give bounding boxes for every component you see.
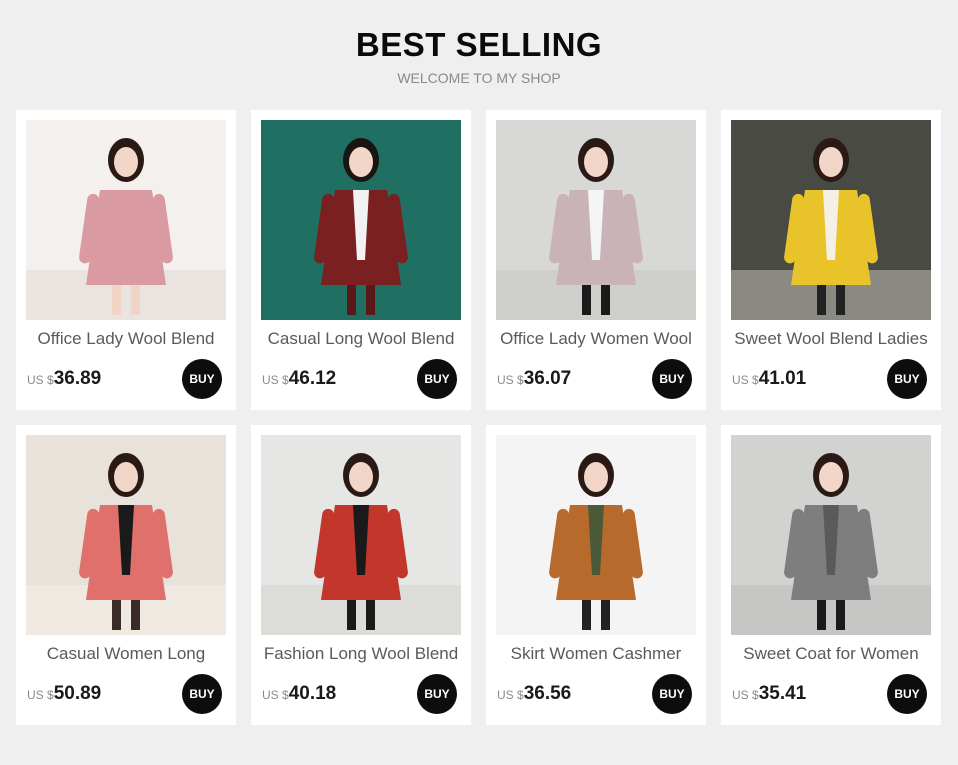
product-grid: Office Lady Wool Blend US $36.89 BUY Casual… [16,110,942,726]
product-price: US $36.56 [497,683,571,707]
product-image[interactable] [261,120,461,320]
buy-button[interactable]: BUY [887,674,927,714]
currency-label: US $ [732,373,759,387]
currency-label: US $ [262,688,289,702]
buy-button[interactable]: BUY [417,674,457,714]
product-image[interactable] [26,120,226,320]
product-price: US $36.89 [27,368,101,392]
page-title: BEST SELLING [355,26,603,63]
price-value: 36.56 [523,683,572,704]
currency-label: US $ [497,373,524,387]
price-value: 50.89 [53,683,102,704]
currency-label: US $ [27,373,54,387]
buy-button[interactable]: BUY [417,359,457,399]
product-name[interactable]: Sweet Wool Blend Ladies [721,329,941,349]
product-image[interactable] [496,120,696,320]
product-card[interactable]: Office Lady Women Wool US $36.07 BUY [486,110,706,410]
product-name[interactable]: Skirt Women Cashmer [486,644,706,664]
currency-label: US $ [497,688,524,702]
price-value: 41.01 [758,368,807,389]
price-value: 35.41 [758,683,807,704]
buy-button[interactable]: BUY [652,674,692,714]
page-subtitle: WELCOME TO MY SHOP [397,70,561,86]
product-image[interactable] [26,435,226,635]
product-card[interactable]: Casual Long Wool Blend US $46.12 BUY [251,110,471,410]
product-image[interactable] [261,435,461,635]
product-card[interactable]: Office Lady Wool Blend US $36.89 BUY [16,110,236,410]
product-name[interactable]: Sweet Coat for Women [721,644,941,664]
price-value: 36.07 [523,368,572,389]
currency-label: US $ [732,688,759,702]
product-image[interactable] [496,435,696,635]
price-value: 36.89 [53,368,102,389]
buy-button[interactable]: BUY [182,359,222,399]
currency-label: US $ [262,373,289,387]
product-image[interactable] [731,120,931,320]
product-card[interactable]: Casual Women Long US $50.89 BUY [16,425,236,725]
product-card[interactable]: Skirt Women Cashmer US $36.56 BUY [486,425,706,725]
buy-button[interactable]: BUY [887,359,927,399]
product-name[interactable]: Casual Women Long [16,644,236,664]
product-image[interactable] [731,435,931,635]
buy-button[interactable]: BUY [652,359,692,399]
product-price: US $36.07 [497,368,571,392]
product-card[interactable]: Fashion Long Wool Blend US $40.18 BUY [251,425,471,725]
price-value: 46.12 [288,368,337,389]
product-price: US $50.89 [27,683,101,707]
price-value: 40.18 [288,683,337,704]
product-name[interactable]: Fashion Long Wool Blend [251,644,471,664]
product-name[interactable]: Casual Long Wool Blend [251,329,471,349]
product-price: US $40.18 [262,683,336,707]
product-card[interactable]: Sweet Wool Blend Ladies US $41.01 BUY [721,110,941,410]
product-price: US $46.12 [262,368,336,392]
product-name[interactable]: Office Lady Women Wool [486,329,706,349]
product-price: US $41.01 [732,368,806,392]
product-name[interactable]: Office Lady Wool Blend [16,329,236,349]
currency-label: US $ [27,688,54,702]
buy-button[interactable]: BUY [182,674,222,714]
product-card[interactable]: Sweet Coat for Women US $35.41 BUY [721,425,941,725]
product-price: US $35.41 [732,683,806,707]
